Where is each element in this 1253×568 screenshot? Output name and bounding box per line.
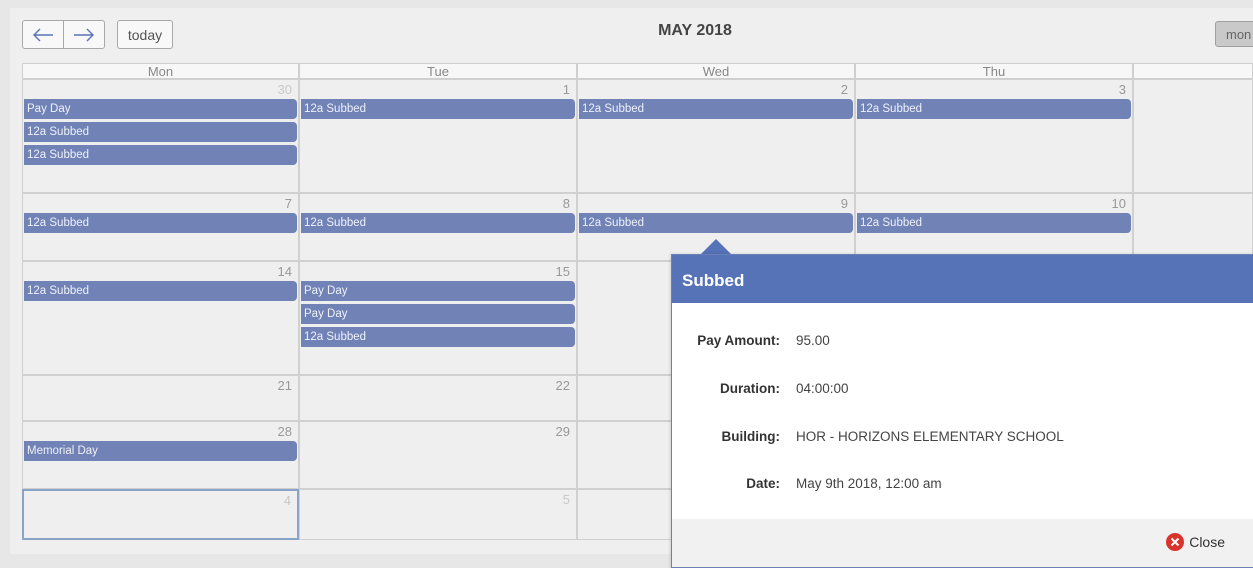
day-cell[interactable]: 4	[22, 489, 299, 540]
calendar-event[interactable]: 12a Subbed	[301, 327, 575, 347]
day-cell[interactable]	[1133, 193, 1253, 261]
popover-field-value: 04:00:00	[796, 381, 849, 396]
day-number: 14	[277, 264, 292, 279]
calendar-event[interactable]: 12a Subbed	[301, 99, 575, 119]
day-cell[interactable]: 28 Memorial Day	[22, 421, 299, 489]
close-button[interactable]: Close	[1166, 533, 1225, 551]
day-number: 15	[555, 264, 570, 279]
day-cell[interactable]: 10 12a Subbed	[855, 193, 1133, 261]
close-label: Close	[1189, 534, 1225, 550]
day-cell[interactable]	[1133, 79, 1253, 193]
calendar-event[interactable]: 12a Subbed	[24, 145, 297, 165]
day-cell[interactable]: 8 12a Subbed	[299, 193, 577, 261]
day-of-week-header	[1133, 63, 1253, 79]
day-number: 21	[277, 378, 292, 393]
close-circle-icon	[1166, 533, 1185, 551]
calendar-event[interactable]: 12a Subbed	[579, 99, 853, 119]
calendar-event[interactable]: Memorial Day	[24, 441, 297, 461]
calendar-event[interactable]: 12a Subbed	[579, 213, 853, 233]
calendar-event[interactable]: 12a Subbed	[301, 213, 575, 233]
day-cell[interactable]: 15 Pay Day Pay Day 12a Subbed	[299, 261, 577, 375]
day-number: 1	[562, 82, 570, 97]
day-cell[interactable]: 14 12a Subbed	[22, 261, 299, 375]
popover-field-label: Building:	[721, 429, 780, 444]
day-cell[interactable]: 22	[299, 375, 577, 421]
popover-field-label: Pay Amount:	[697, 333, 780, 348]
day-cell[interactable]: 7 12a Subbed	[22, 193, 299, 261]
day-number: 7	[284, 196, 292, 211]
day-number: 22	[555, 378, 570, 393]
popover-arrow	[700, 239, 732, 255]
popover-field-value: HOR - HORIZONS ELEMENTARY SCHOOL	[796, 429, 1064, 444]
calendar-event[interactable]: Pay Day	[301, 281, 575, 301]
day-number: 3	[1118, 82, 1126, 97]
popover-field-value: 95.00	[796, 333, 830, 348]
day-number: 30	[277, 82, 292, 97]
month-view-button[interactable]: mon	[1215, 21, 1253, 47]
calendar-event[interactable]: 12a Subbed	[857, 99, 1131, 119]
day-cell[interactable]: 21	[22, 375, 299, 421]
popover-field-value: May 9th 2018, 12:00 am	[796, 476, 942, 491]
event-details-popover: Subbed Pay Amount: 95.00 Duration: 04:00:00…	[671, 254, 1253, 568]
calendar-event[interactable]: Pay Day	[24, 99, 297, 119]
popover-field-label: Date:	[746, 476, 780, 491]
calendar-event[interactable]: 12a Subbed	[857, 213, 1131, 233]
day-number: 2	[840, 82, 848, 97]
day-of-week-header: Mon	[22, 63, 299, 79]
month-title: MAY 2018	[658, 22, 732, 39]
day-cell[interactable]: 29	[299, 421, 577, 489]
day-cell[interactable]: 1 12a Subbed	[299, 79, 577, 193]
day-of-week-header: Tue	[299, 63, 577, 79]
day-cell[interactable]: 5	[299, 489, 577, 540]
calendar-event[interactable]: 12a Subbed	[24, 281, 297, 301]
calendar-event[interactable]: 12a Subbed	[24, 213, 297, 233]
day-cell[interactable]: 3 12a Subbed	[855, 79, 1133, 193]
day-cell[interactable]: 30 Pay Day 12a Subbed 12a Subbed	[22, 79, 299, 193]
popover-title: Subbed	[672, 255, 1253, 303]
popover-footer: Close	[672, 519, 1253, 567]
calendar-event[interactable]: Pay Day	[301, 304, 575, 324]
day-number: 8	[562, 196, 570, 211]
day-cell[interactable]: 2 12a Subbed	[577, 79, 855, 193]
day-of-week-header: Wed	[577, 63, 855, 79]
day-number: 28	[277, 424, 292, 439]
calendar-toolbar: today MAY 2018 mon	[10, 8, 1253, 56]
day-number: 10	[1111, 196, 1126, 211]
popover-field-label: Duration:	[720, 381, 780, 396]
day-of-week-header: Thu	[855, 63, 1133, 79]
day-number: 9	[840, 196, 848, 211]
day-number: 5	[562, 492, 570, 507]
day-number: 29	[555, 424, 570, 439]
day-number: 4	[283, 493, 291, 508]
calendar-event[interactable]: 12a Subbed	[24, 122, 297, 142]
